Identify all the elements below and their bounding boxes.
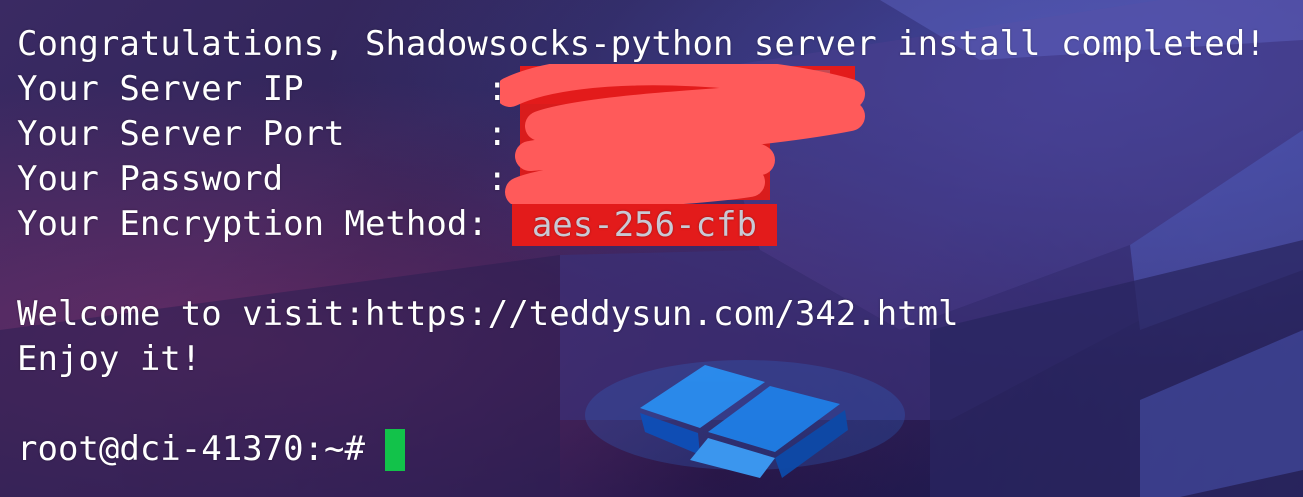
terminal-window[interactable]: Congratulations, Shadowsocks-python serv…	[0, 0, 1303, 497]
encryption-colon: :	[467, 204, 488, 244]
welcome-text: Welcome to visit:https://teddysun.com/34…	[17, 294, 959, 334]
encryption-value: aes-256-cfb	[511, 203, 777, 246]
encryption-line: Your Encryption Method: aes-256-cfb	[17, 202, 1303, 247]
shell-prompt: root@dci-41370:~#	[17, 429, 365, 469]
prompt-line[interactable]: root@dci-41370:~#	[17, 427, 1303, 472]
redaction-scribble	[500, 64, 865, 204]
welcome-line: Welcome to visit:https://teddysun.com/34…	[17, 292, 1303, 337]
text-cursor	[385, 428, 405, 471]
enjoy-line: Enjoy it!	[17, 337, 1303, 382]
congrats-text: Congratulations, Shadowsocks-python serv…	[17, 24, 1266, 64]
encryption-label: Your Encryption Method	[17, 204, 468, 244]
password-label: Your Password	[17, 159, 284, 199]
enjoy-text: Enjoy it!	[17, 339, 202, 379]
server-port-label: Your Server Port	[17, 114, 345, 154]
server-ip-label: Your Server IP	[17, 69, 304, 109]
congrats-line: Congratulations, Shadowsocks-python serv…	[17, 22, 1303, 67]
